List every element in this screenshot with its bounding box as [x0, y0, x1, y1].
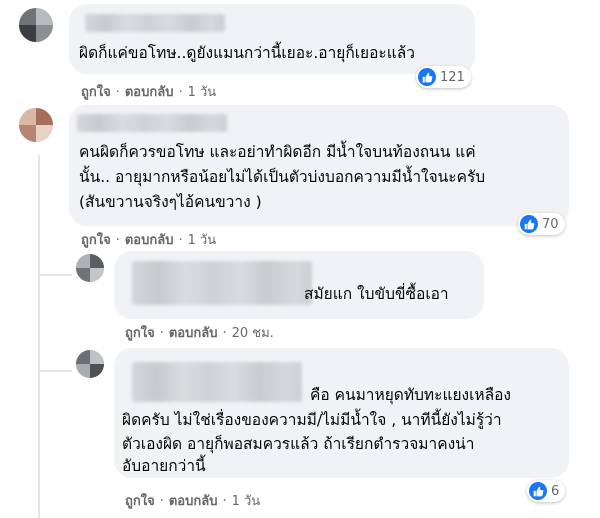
comment-text: คนผิดก็ควรขอโทษ และอย่าทำผิดอีก มีน้ำใจบ… — [79, 143, 476, 161]
like-icon — [418, 68, 436, 86]
like-icon — [529, 482, 547, 500]
reply-text: สมัยแก ใบขับขี่ซื้อเอา — [304, 285, 449, 303]
comment-text: (สันขวานจริงๆไอ้คนขวาง ) — [79, 193, 262, 211]
reply-bubble: คือ คนมาหยุดทับทะแยงเหลือง ผิดครับ ไม่ใช… — [114, 348, 569, 478]
avatar[interactable] — [19, 108, 53, 142]
timestamp[interactable]: 20 ชม. — [232, 326, 274, 341]
reply-text: คือ คนมาหยุดทับทะแยงเหลือง — [310, 386, 511, 404]
reply-bubble: สมัยแก ใบขับขี่ซื้อเอา — [114, 251, 484, 319]
thread-branch-reply-2 — [38, 370, 72, 372]
like-button[interactable]: ถูกใจ — [125, 326, 155, 341]
thread-branch-reply-1 — [38, 274, 72, 276]
comment-actions: ถูกใจ · ตอบกลับ · 1 วัน — [81, 81, 216, 102]
separator-dot: · — [115, 85, 120, 100]
separator-dot: · — [178, 233, 183, 248]
comment-bubble: คนผิดก็ควรขอโทษ และอย่าทำผิดอีก มีน้ำใจบ… — [69, 105, 569, 226]
reaction-count-label: 121 — [440, 69, 465, 85]
timestamp[interactable]: 1 วัน — [232, 494, 261, 509]
like-icon — [520, 215, 538, 233]
comment-text: นั้น.. อายุมากหรือน้อยไม่ได้เป็นตัวบ่งบอ… — [79, 168, 486, 186]
separator-dot: · — [159, 494, 164, 509]
like-button[interactable]: ถูกใจ — [81, 85, 111, 100]
commenter-name[interactable] — [85, 14, 225, 32]
separator-dot: · — [222, 494, 227, 509]
separator-dot: · — [222, 326, 227, 341]
like-button[interactable]: ถูกใจ — [81, 233, 111, 248]
commenter-name[interactable] — [132, 261, 312, 305]
comment-actions: ถูกใจ · ตอบกลับ · 1 วัน — [81, 229, 216, 250]
separator-dot: · — [115, 233, 120, 248]
reaction-count[interactable]: 70 — [518, 213, 565, 235]
reply-actions: ถูกใจ · ตอบกลับ · 20 ชม. — [125, 322, 274, 343]
like-button[interactable]: ถูกใจ — [125, 494, 155, 509]
avatar[interactable] — [76, 350, 104, 378]
reply-text: ผิดครับ ไม่ใช่เรื่องของความมี/ไม่มีน้ำใจ… — [122, 411, 502, 429]
commenter-name[interactable] — [77, 114, 227, 132]
reply-button[interactable]: ตอบกลับ — [169, 494, 218, 509]
reply-button[interactable]: ตอบกลับ — [169, 326, 218, 341]
reaction-count-label: 6 — [551, 483, 560, 499]
separator-dot: · — [159, 326, 164, 341]
avatar[interactable] — [19, 8, 53, 42]
reply-button[interactable]: ตอบกลับ — [125, 85, 174, 100]
comment-bubble: ผิดก็แค่ขอโทษ..ดูยังแมนกว่านี้เยอะ.อายุก… — [69, 4, 475, 74]
commenter-name[interactable] — [132, 362, 302, 402]
reply-actions: ถูกใจ · ตอบกลับ · 1 วัน — [125, 490, 260, 511]
avatar[interactable] — [76, 254, 104, 282]
reaction-count[interactable]: 6 — [527, 480, 566, 502]
timestamp[interactable]: 1 วัน — [188, 233, 217, 248]
separator-dot: · — [178, 85, 183, 100]
thread-line-comment-2 — [38, 155, 40, 518]
reaction-count[interactable]: 121 — [416, 66, 471, 88]
reply-button[interactable]: ตอบกลับ — [125, 233, 174, 248]
reply-text: อับอายกว่านี้ — [122, 457, 206, 475]
comment-text: ผิดก็แค่ขอโทษ..ดูยังแมนกว่านี้เยอะ.อายุก… — [79, 44, 415, 62]
reply-text: ตัวเองผิด อายุก็พอสมควรแล้ว ถ้าเรียกตำรว… — [122, 435, 475, 453]
reaction-count-label: 70 — [542, 216, 559, 232]
timestamp[interactable]: 1 วัน — [188, 85, 217, 100]
